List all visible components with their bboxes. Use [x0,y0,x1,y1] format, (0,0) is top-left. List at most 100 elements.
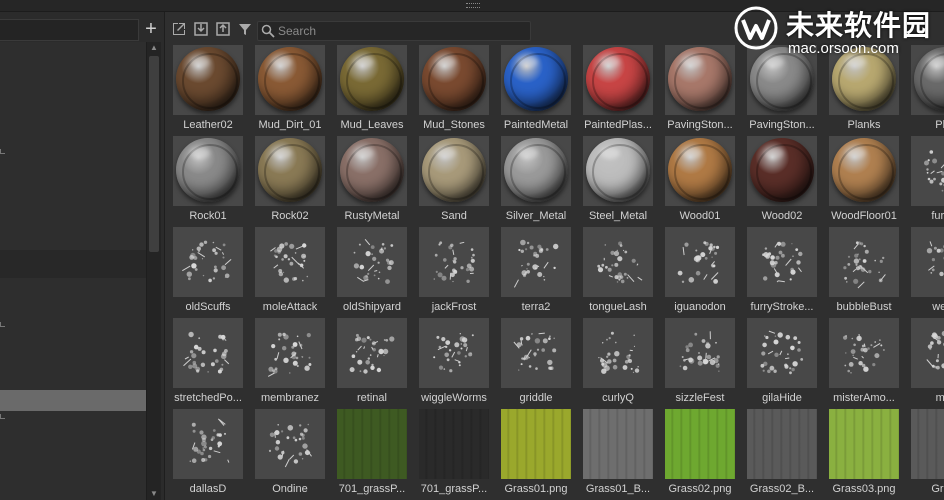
asset-item[interactable]: Grass02.png [660,409,740,499]
add-icon[interactable]: + [141,19,161,41]
material-sphere [176,47,240,111]
asset-thumbnail [501,227,571,297]
asset-thumbnail [747,136,817,206]
asset-item[interactable]: furryStroke... [742,227,822,317]
asset-thumbnail [419,227,489,297]
tree-selected-row[interactable] [0,390,146,411]
asset-thumbnail [583,318,653,388]
asset-label: PaintedMetal [503,119,569,131]
stroke-preview [924,150,944,192]
asset-item[interactable]: oldShipyard [332,227,412,317]
scroll-up-icon[interactable]: ▲ [147,42,161,54]
tree-expander-icon[interactable] [0,322,5,327]
asset-label: Grass02.png [668,483,732,495]
asset-item[interactable]: bubbleBust [824,227,904,317]
asset-label: dallasD [189,483,227,495]
asset-item[interactable]: Mud_Dirt_01 [250,45,330,135]
asset-thumbnail [665,227,735,297]
asset-item[interactable]: maz [906,318,944,408]
asset-item[interactable]: Grass01.png [496,409,576,499]
asset-item[interactable]: moleAttack [250,227,330,317]
material-sphere [504,138,568,202]
search-box[interactable] [257,21,531,41]
stroke-preview [349,333,395,374]
asset-label: Plas [935,119,944,131]
asset-thumbnail [665,136,735,206]
library-tree[interactable] [0,42,147,500]
tree-expander-icon[interactable] [0,414,5,419]
scroll-thumb[interactable] [149,56,159,252]
asset-label: oldShipyard [342,301,402,313]
asset-item[interactable]: Ondine [250,409,330,499]
open-location-icon[interactable] [171,21,187,37]
asset-thumbnail [501,136,571,206]
panel-resize-grip[interactable] [466,3,480,8]
asset-item[interactable]: terra2 [496,227,576,317]
asset-item[interactable]: PavingSton... [660,45,740,135]
asset-item[interactable]: wiggleWorms [414,318,494,408]
watermark-url: mac.orsoon.com [788,40,899,57]
asset-thumbnail [747,318,817,388]
asset-item[interactable]: retinal [332,318,412,408]
asset-item[interactable]: 701_grassP... [414,409,494,499]
asset-item[interactable]: iguanodon [660,227,740,317]
asset-item[interactable]: jackFrost [414,227,494,317]
asset-item[interactable]: Silver_Metal [496,136,576,226]
asset-item[interactable]: Wood01 [660,136,740,226]
asset-thumbnail [747,409,817,479]
asset-item[interactable]: Grass01_B... [578,409,658,499]
asset-item[interactable]: membranez [250,318,330,408]
asset-item[interactable]: Grass [906,409,944,499]
asset-item[interactable]: Steel_Metal [578,136,658,226]
asset-thumbnail [747,227,817,297]
asset-item[interactable]: stretchedPo... [168,318,248,408]
texture-swatch [583,409,653,479]
asset-item[interactable]: Leather02 [168,45,248,135]
asset-thumbnail [173,227,243,297]
asset-item[interactable]: Grass03.png [824,409,904,499]
left-scrollbar[interactable]: ▲ ▼ [147,42,161,500]
asset-item[interactable]: Grass02_B... [742,409,822,499]
stroke-preview [270,242,309,283]
asset-item[interactable]: Wood02 [742,136,822,226]
asset-item[interactable]: Rock01 [168,136,248,226]
asset-item[interactable]: curlyQ [578,318,658,408]
scroll-down-icon[interactable]: ▼ [147,488,161,500]
asset-item[interactable]: sizzleFest [660,318,740,408]
tree-expander-icon[interactable] [0,149,5,154]
search-input[interactable] [278,22,526,40]
asset-item[interactable]: dallasD [168,409,248,499]
asset-thumbnail [501,318,571,388]
asset-item[interactable]: tongueLash [578,227,658,317]
asset-item[interactable]: griddle [496,318,576,408]
asset-item[interactable]: Sand [414,136,494,226]
asset-label: membranez [260,392,320,404]
asset-item[interactable]: WoodFloor01 [824,136,904,226]
asset-label: WoodFloor01 [831,210,897,222]
stroke-preview [677,241,720,284]
asset-item[interactable]: wellin [906,227,944,317]
import-icon[interactable] [193,21,209,37]
asset-item[interactable]: 701_grassP... [332,409,412,499]
export-icon[interactable] [215,21,231,37]
asset-thumbnail [583,227,653,297]
material-sphere [422,47,486,111]
asset-label: Planks [847,119,881,131]
asset-thumbnail [501,45,571,115]
asset-label: griddle [519,392,553,404]
asset-item[interactable]: furryS [906,136,944,226]
asset-item[interactable]: Mud_Leaves [332,45,412,135]
asset-item[interactable]: misterAmo... [824,318,904,408]
asset-thumbnail [501,409,571,479]
asset-item[interactable]: gilaHide [742,318,822,408]
asset-label: Silver_Metal [505,210,567,222]
asset-item[interactable]: oldScuffs [168,227,248,317]
asset-item[interactable]: RustyMetal [332,136,412,226]
asset-item[interactable]: Mud_Stones [414,45,494,135]
asset-thumbnail [173,45,243,115]
asset-item[interactable]: PaintedMetal [496,45,576,135]
filter-icon[interactable] [237,21,253,37]
asset-item[interactable]: Rock02 [250,136,330,226]
asset-label: curlyQ [602,392,634,404]
asset-item[interactable]: PaintedPlas... [578,45,658,135]
